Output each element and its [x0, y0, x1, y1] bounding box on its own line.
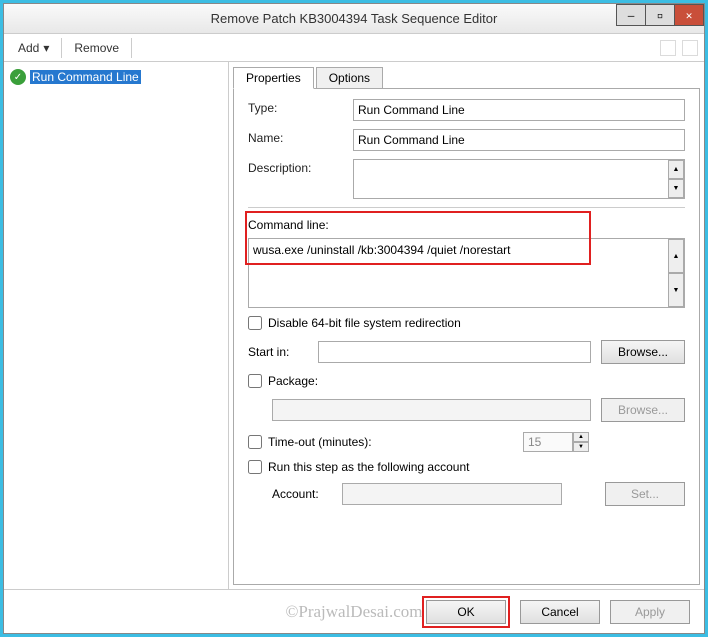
tool-icon-2[interactable]	[682, 40, 698, 56]
runas-checkbox[interactable]	[248, 460, 262, 474]
tree-item-run-command-line[interactable]: ✓ Run Command Line	[8, 68, 224, 86]
package-checkbox[interactable]	[248, 374, 262, 388]
type-label: Type:	[248, 99, 353, 115]
type-field	[353, 99, 685, 121]
disable-64bit-checkbox[interactable]	[248, 316, 262, 330]
command-line-field[interactable]: wusa.exe /uninstall /kb:3004394 /quiet /…	[248, 238, 685, 308]
start-in-field[interactable]	[318, 341, 591, 363]
name-field[interactable]	[353, 129, 685, 151]
timeout-value	[523, 432, 573, 452]
separator	[61, 38, 62, 58]
spin-down-icon[interactable]: ▼	[573, 442, 589, 452]
properties-pane: Type: Name: Description: ▲▼ Command line…	[233, 88, 700, 585]
timeout-stepper[interactable]: ▲▼	[523, 432, 589, 452]
browse-package-button: Browse...	[601, 398, 685, 422]
minimize-button[interactable]: —	[616, 4, 646, 26]
properties-panel: Properties Options Type: Name: Descripti…	[229, 62, 704, 589]
window-title: Remove Patch KB3004394 Task Sequence Edi…	[211, 11, 498, 26]
tab-strip: Properties Options	[229, 62, 704, 88]
package-field	[272, 399, 591, 421]
check-icon: ✓	[10, 69, 26, 85]
watermark: ©PrajwalDesai.com	[285, 602, 422, 622]
chevron-down-icon: ▾	[43, 41, 49, 55]
separator	[131, 38, 132, 58]
tool-icon-1[interactable]	[660, 40, 676, 56]
remove-button[interactable]: Remove	[66, 38, 127, 58]
spin-up-icon[interactable]: ▲	[573, 432, 589, 442]
package-label: Package:	[268, 374, 318, 388]
name-label: Name:	[248, 129, 353, 145]
timeout-checkbox[interactable]	[248, 435, 262, 449]
window: Remove Patch KB3004394 Task Sequence Edi…	[3, 3, 705, 634]
scroll-buttons[interactable]: ▲▼	[668, 239, 684, 307]
tab-options[interactable]: Options	[316, 67, 383, 89]
tab-properties[interactable]: Properties	[233, 67, 314, 89]
content: ✓ Run Command Line Properties Options Ty…	[4, 62, 704, 589]
tree-item-label: Run Command Line	[30, 70, 141, 84]
toolbar-icons	[660, 40, 698, 56]
command-line-label: Command line:	[248, 218, 685, 232]
runas-label: Run this step as the following account	[268, 460, 469, 474]
add-button[interactable]: Add▾	[10, 38, 57, 58]
close-button[interactable]: ✕	[674, 4, 704, 26]
set-account-button: Set...	[605, 482, 685, 506]
ok-highlight: OK	[422, 596, 510, 628]
window-controls: — ▫ ✕	[617, 4, 704, 26]
account-field	[342, 483, 562, 505]
cancel-button[interactable]: Cancel	[520, 600, 600, 624]
footer: ©PrajwalDesai.com OK Cancel Apply	[4, 589, 704, 633]
account-label: Account:	[272, 487, 332, 501]
description-field[interactable]: ▲▼	[353, 159, 685, 199]
divider	[248, 207, 685, 208]
start-in-label: Start in:	[248, 345, 308, 359]
tree-panel: ✓ Run Command Line	[4, 62, 229, 589]
description-label: Description:	[248, 159, 353, 175]
apply-button: Apply	[610, 600, 690, 624]
toolbar: Add▾ Remove	[4, 34, 704, 62]
browse-start-in-button[interactable]: Browse...	[601, 340, 685, 364]
timeout-label: Time-out (minutes):	[268, 435, 517, 449]
scroll-buttons[interactable]: ▲▼	[668, 160, 684, 198]
maximize-button[interactable]: ▫	[645, 4, 675, 26]
command-line-value: wusa.exe /uninstall /kb:3004394 /quiet /…	[253, 243, 511, 257]
ok-button[interactable]: OK	[426, 600, 506, 624]
disable-64bit-label: Disable 64-bit file system redirection	[268, 316, 461, 330]
titlebar: Remove Patch KB3004394 Task Sequence Edi…	[4, 4, 704, 34]
